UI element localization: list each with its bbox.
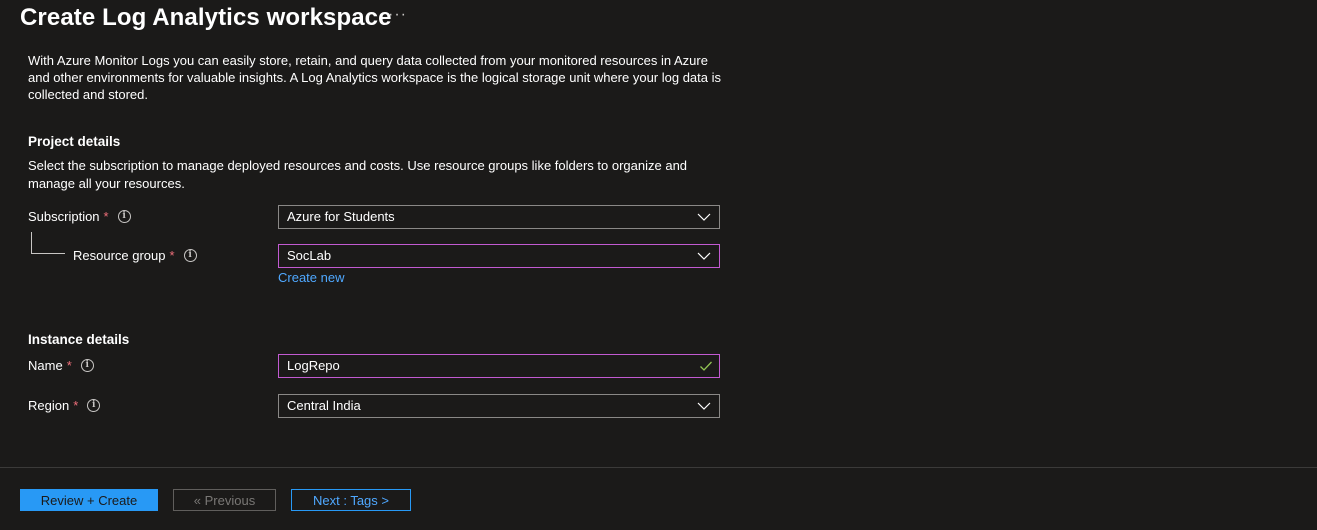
subscription-label-text: Subscription [28,209,100,224]
chevron-down-icon [697,252,711,260]
review-create-button[interactable]: Review + Create [20,489,158,511]
resource-group-label-text: Resource group [73,248,166,263]
blade-header: Create Log Analytics workspace ··· [0,0,1317,40]
intro-text: With Azure Monitor Logs you can easily s… [28,53,722,102]
resource-group-value: SocLab [287,248,332,263]
more-options-icon[interactable]: ··· [388,6,407,24]
subscription-label: Subscription * i [28,209,131,224]
required-marker: * [73,398,79,413]
name-label-text: Name [28,358,63,373]
checkmark-icon [700,361,712,371]
region-label-text: Region [28,398,70,413]
next-tags-button[interactable]: Next : Tags > [291,489,411,511]
tree-connector-horizontal [31,253,65,254]
region-value: Central India [287,398,361,413]
form-content: With Azure Monitor Logs you can easily s… [0,40,1317,467]
chevron-down-icon [697,402,711,410]
required-marker: * [103,209,109,224]
info-icon[interactable]: i [183,249,197,262]
tree-connector [31,232,32,254]
create-new-link[interactable]: Create new [278,270,344,285]
region-label: Region * i [28,398,101,413]
info-icon[interactable]: i [80,359,94,372]
footer-divider [0,467,1317,468]
required-marker: * [169,248,175,263]
region-dropdown[interactable]: Central India [278,394,720,418]
resource-group-label: Resource group * i [73,248,197,263]
instance-details-heading: Instance details [28,332,130,347]
chevron-down-icon [697,213,711,221]
name-label: Name * i [28,358,94,373]
subscription-dropdown[interactable]: Azure for Students [278,205,720,229]
info-icon[interactable]: i [117,210,131,223]
info-icon[interactable]: i [87,399,101,412]
name-value: LogRepo [287,358,340,373]
name-input[interactable]: LogRepo [278,354,720,378]
previous-button[interactable]: « Previous [173,489,276,511]
required-marker: * [66,358,72,373]
page-title: Create Log Analytics workspace [20,4,392,31]
subscription-value: Azure for Students [287,209,395,224]
project-details-heading: Project details [28,134,121,149]
resource-group-dropdown[interactable]: SocLab [278,244,720,268]
project-details-description: Select the subscription to manage deploy… [28,158,688,191]
